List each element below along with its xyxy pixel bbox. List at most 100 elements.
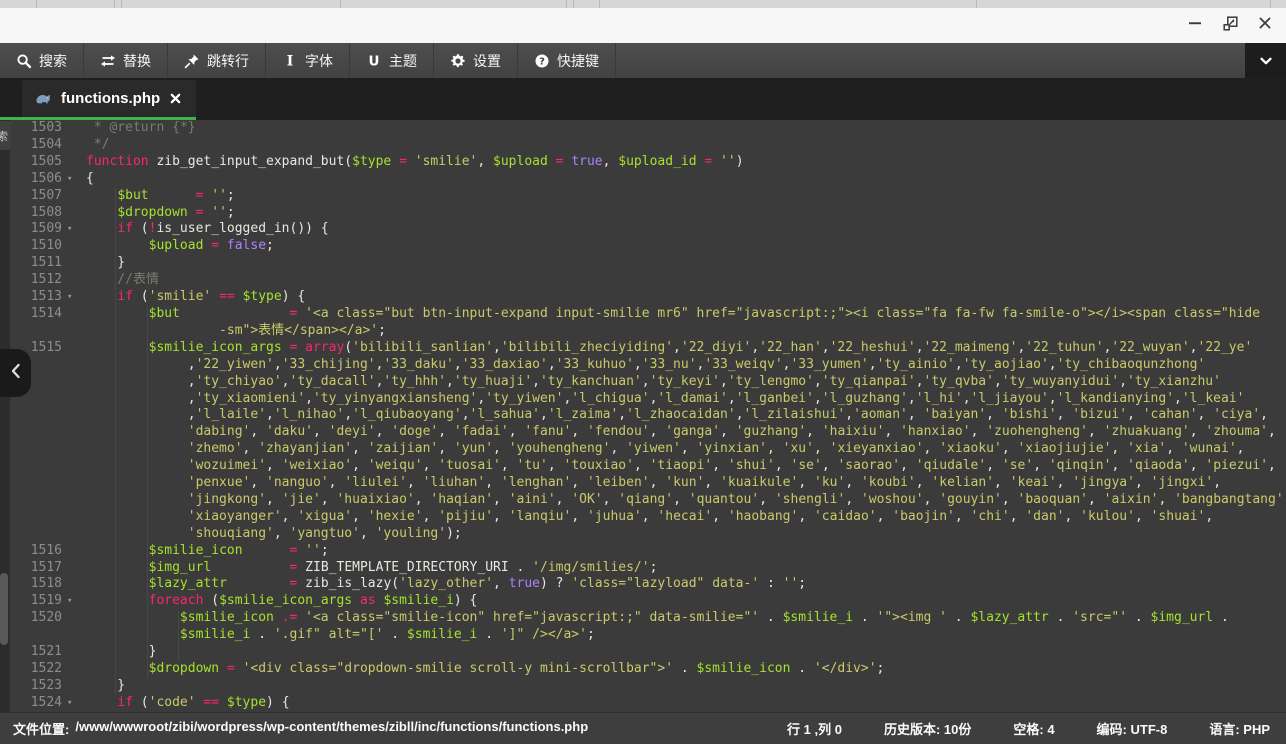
code-line-1514: 1514 $but = '<a class="but btn-input-exp… [0, 306, 1286, 323]
code-text: $smilie_icon = ''; [86, 543, 329, 560]
browser-tab-separator [114, 0, 115, 8]
toolbar-button-label: 替换 [123, 51, 151, 71]
toolbar-button-label: 字体 [305, 51, 333, 71]
fold-spacer [65, 323, 86, 340]
toolbar-button-search[interactable]: 搜索 [0, 43, 84, 78]
code-text: ,'ty_xiaomieni','ty_yinyangxiansheng','t… [86, 391, 1244, 408]
close-window-icon [1258, 16, 1272, 35]
code-text: ,'22_yiwen','33_chijing','33_daku','33_d… [86, 357, 1205, 374]
fold-arrow-icon[interactable]: ▾ [65, 221, 86, 238]
fold-arrow-icon[interactable]: ▾ [65, 289, 86, 306]
browser-tab-separator [976, 0, 977, 8]
fold-spacer [65, 188, 86, 205]
left-edge-scrollbar-thumb[interactable] [0, 573, 8, 645]
collapse-panel-button[interactable] [0, 349, 31, 397]
code-text: //表情 [86, 272, 159, 289]
fold-spacer [65, 610, 86, 627]
toolbar-more-button[interactable] [1245, 43, 1286, 78]
code-text: $but = ''; [86, 188, 235, 205]
toolbar-button-goto-line[interactable]: 跳转行 [168, 43, 266, 78]
fold-spacer [65, 391, 86, 408]
fold-spacer [65, 238, 86, 255]
fold-spacer [65, 458, 86, 475]
maximize-icon [1223, 16, 1238, 36]
fold-arrow-icon[interactable]: ▾ [65, 695, 86, 712]
code-text: $smilie_icon_args = array('bilibili_sanl… [86, 340, 1252, 357]
code-line-1518: 1518 $lazy_attr = zib_is_lazy('lazy_othe… [0, 576, 1286, 593]
fold-spacer [65, 441, 86, 458]
toolbar-buttons: 搜索 替换 跳转行 I字体U主题 设置 ?快捷键 [0, 43, 616, 78]
maximize-button[interactable] [1219, 15, 1241, 37]
code-line-1506: 1506▾{ [0, 171, 1286, 188]
code-line-wrap: 'xiaoyanger', 'xigua', 'hexie', 'pijiu',… [0, 509, 1286, 526]
code-editor[interactable]: 1503 * @return {*}1504 */1505function zi… [0, 120, 1286, 712]
code-text: $dropdown = ''; [86, 205, 235, 222]
toolbar-button-label: 跳转行 [207, 51, 249, 71]
minimize-button[interactable] [1184, 15, 1206, 37]
code-text: 'zhemo', 'zhayanjian', 'zaijian', 'yun',… [86, 441, 1244, 458]
code-text: ,'l_laile','l_nihao','l_qiubaoyang','l_s… [86, 407, 1268, 424]
fold-arrow-icon[interactable]: ▾ [65, 593, 86, 610]
code-text: * @return {*} [86, 120, 196, 137]
fold-spacer [65, 154, 86, 171]
fold-spacer [65, 120, 86, 137]
collapsed-search-panel-tab[interactable]: 索 [0, 121, 11, 150]
status-cursor-position: 行 1 ,列 0 [787, 719, 842, 738]
toolbar-button-replace[interactable]: 替换 [84, 43, 168, 78]
status-items: 行 1 ,列 0 历史版本: 10份 空格: 4 编码: UTF-8 语言: PHP [787, 719, 1270, 738]
search-icon [16, 53, 32, 69]
fold-arrow-icon[interactable]: ▾ [65, 171, 86, 188]
fold-spacer [65, 272, 86, 289]
toolbar-button-shortcuts[interactable]: ?快捷键 [518, 43, 616, 78]
code-line-wrap: $smilie_i . '.gif" alt="[' . $smilie_i .… [0, 627, 1286, 644]
status-history-versions: 历史版本: 10份 [884, 719, 971, 738]
close-tab-icon[interactable] [169, 92, 182, 105]
browser-tab-separator [573, 0, 574, 8]
code-line-1509: 1509▾ if (!is_user_logged_in()) { [0, 221, 1286, 238]
tab-bar: functions.php [0, 78, 1286, 120]
status-encoding: 编码: UTF-8 [1097, 719, 1168, 738]
fold-spacer [65, 576, 86, 593]
toolbar-button-font[interactable]: I字体 [266, 43, 350, 78]
tab-functions-php[interactable]: functions.php [22, 80, 196, 117]
fold-spacer [65, 492, 86, 509]
status-spaces: 空格: 4 [1013, 719, 1054, 738]
browser-tab-separator [121, 0, 122, 8]
chevron-down-icon [1258, 53, 1274, 69]
code-line-wrap: 'jingkong', 'jie', 'huaixiao', 'haqian',… [0, 492, 1286, 509]
code-text: $dropdown = '<div class="dropdown-smilie… [86, 661, 884, 678]
code-line-wrap: 'zhemo', 'zhayanjian', 'zaijian', 'yun',… [0, 441, 1286, 458]
fold-spacer [65, 205, 86, 222]
file-location-label: 文件位置: [13, 719, 69, 738]
toolbar-button-settings[interactable]: 设置 [434, 43, 518, 78]
file-location-path: /www/wwwroot/zibi/wordpress/wp-content/t… [75, 719, 588, 738]
code-line-wrap: 'wozuimei', 'weixiao', 'weiqu', 'tuosai'… [0, 458, 1286, 475]
editor-toolbar: 搜索 替换 跳转行 I字体U主题 设置 ?快捷键 [0, 43, 1286, 78]
window-controls [1184, 8, 1276, 43]
code-text: -sm">表情</span></a>'; [86, 323, 386, 340]
code-line-1503: 1503 * @return {*} [0, 120, 1286, 137]
toolbar-button-label: 设置 [473, 51, 501, 71]
browser-tab-separator [1270, 0, 1271, 8]
code-text: } [86, 255, 125, 272]
toolbar-button-theme[interactable]: U主题 [350, 43, 434, 78]
code-rows: 1503 * @return {*}1504 */1505function zi… [0, 120, 1286, 712]
code-text: { [86, 171, 94, 188]
code-line-1524: 1524▾ if ('code' == $type) { [0, 695, 1286, 712]
code-line-1515: 1515 $smilie_icon_args = array('bilibili… [0, 340, 1286, 357]
fold-spacer [65, 509, 86, 526]
code-text: */ [86, 137, 109, 154]
code-text: $upload = false; [86, 238, 274, 255]
code-text: ,'ty_chiyao','ty_dacall','ty_hhh','ty_hu… [86, 374, 1221, 391]
code-text: 'wozuimei', 'weixiao', 'weiqu', 'tuosai'… [86, 458, 1276, 475]
code-text: } [86, 644, 156, 661]
browser-tab-separator [599, 0, 600, 8]
code-line-1512: 1512 //表情 [0, 272, 1286, 289]
browser-strip [0, 0, 1286, 8]
close-button[interactable] [1254, 15, 1276, 37]
status-language: 语言: PHP [1209, 719, 1270, 738]
chevron-left-icon [9, 361, 23, 386]
fold-spacer [65, 661, 86, 678]
fold-spacer [65, 357, 86, 374]
collapsed-panel-label: 索 [0, 128, 8, 144]
